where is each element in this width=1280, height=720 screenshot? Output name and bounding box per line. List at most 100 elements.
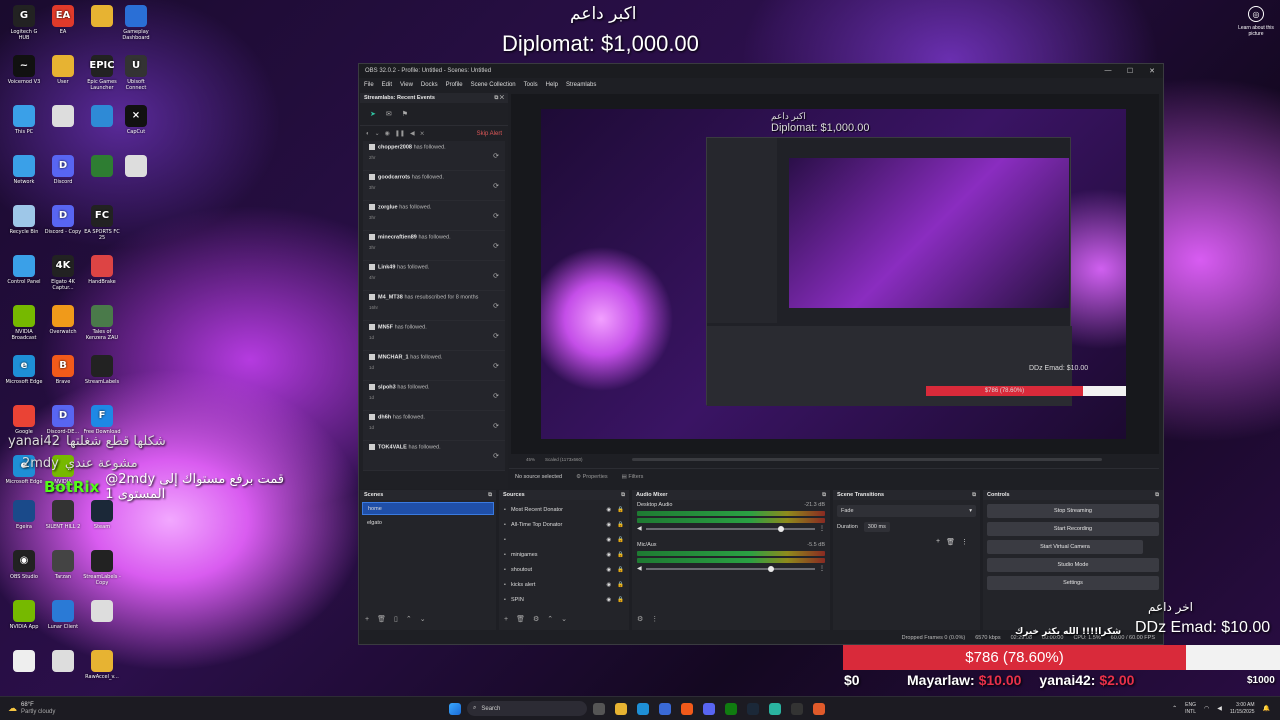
desktop-icon[interactable]	[44, 650, 82, 674]
slider-knob[interactable]	[777, 525, 784, 532]
desktop-icon[interactable]: B Brave	[44, 355, 82, 385]
add-icon[interactable]: +	[365, 616, 369, 623]
undock-icon[interactable]: ⧉	[1155, 492, 1159, 499]
app-icon[interactable]	[769, 702, 781, 715]
undock-icon[interactable]: ⧉	[822, 492, 826, 499]
language-indicator[interactable]: ENG INTL	[1185, 702, 1196, 716]
steam-icon[interactable]	[747, 702, 759, 715]
add-icon[interactable]: +	[936, 538, 940, 546]
trash-icon[interactable]: 🗑	[516, 615, 525, 623]
desktop-icon[interactable]	[44, 105, 82, 129]
app-icon[interactable]	[813, 702, 825, 715]
desktop-icon[interactable]: This PC	[5, 105, 43, 135]
close-icon[interactable]: ⧉ ✕	[494, 95, 504, 102]
eye-icon[interactable]: ◉	[606, 567, 611, 573]
preview-scrollbar[interactable]	[632, 457, 1103, 461]
filters-button[interactable]: ▤ Filters	[622, 474, 644, 480]
xbox-icon[interactable]	[725, 702, 737, 715]
volume-slider[interactable]	[645, 525, 815, 532]
desktop-icon[interactable]: Network	[5, 155, 43, 185]
maximize-icon[interactable]: ☐	[1119, 67, 1141, 75]
up-icon[interactable]: ⌃	[406, 615, 412, 623]
desktop-icon[interactable]: Overwatch	[44, 305, 82, 335]
volume-icon[interactable]: ◀	[410, 130, 415, 137]
more-icon[interactable]: ⋮	[819, 565, 825, 572]
replay-icon[interactable]: ⟳	[493, 242, 499, 250]
desktop-icon[interactable]: G Logitech G HUB	[5, 5, 43, 41]
lock-icon[interactable]: 🔒	[617, 597, 624, 603]
trash-icon[interactable]: 🗑	[946, 538, 955, 546]
source-item[interactable]: ▪ Most Recent Donator ◉ 🔒	[499, 502, 629, 517]
filter-icon[interactable]: ▯	[394, 615, 398, 623]
desktop-icon[interactable]: D Discord - Copy	[44, 205, 82, 235]
desktop-icon[interactable]: NVIDIA Broadcast	[5, 305, 43, 341]
eye-icon[interactable]: ◉	[606, 522, 611, 528]
wifi-icon[interactable]: ◠	[1204, 705, 1209, 712]
desktop-icon[interactable]: RawAccel_v...	[83, 650, 121, 680]
more-icon[interactable]: ⋮	[651, 615, 658, 623]
eye-icon[interactable]: ◉	[606, 537, 611, 543]
desktop-icon[interactable]: StreamLabels - Copy	[83, 550, 121, 586]
skip-alert-button[interactable]: Skip Alert	[477, 131, 502, 137]
control-button[interactable]: Start Virtual Camera	[987, 540, 1143, 554]
source-item[interactable]: ▪ shoutout ◉ 🔒	[499, 562, 629, 577]
desktop-icon[interactable]: User	[44, 55, 82, 85]
lock-icon[interactable]: 🔒	[617, 507, 624, 513]
duration-input[interactable]: 300 ms	[863, 522, 890, 532]
tab-icon[interactable]: ⚑	[402, 110, 408, 118]
replay-icon[interactable]: ⟳	[493, 212, 499, 220]
learn-about-picture[interactable]: ◎ Learn about this picture	[1236, 6, 1276, 37]
desktop-icon[interactable]: ~ Voicemod V3	[5, 55, 43, 85]
transition-select[interactable]: Fade ▾	[837, 505, 976, 517]
tab-icon[interactable]: ✉	[386, 110, 392, 118]
menu-item[interactable]: Docks	[421, 82, 438, 88]
control-button[interactable]: Settings	[987, 576, 1159, 590]
replay-icon[interactable]: ⟳	[493, 422, 499, 430]
control-button[interactable]: Studio Mode	[987, 558, 1159, 572]
preview-zoom[interactable]: 45%	[526, 457, 535, 462]
desktop-icon[interactable]: HandBrake	[83, 255, 121, 285]
desktop-icon[interactable]	[5, 650, 43, 674]
scene-item[interactable]: elgato	[362, 515, 494, 530]
discord-icon[interactable]	[703, 702, 715, 715]
lock-icon[interactable]: 🔒	[617, 552, 624, 558]
menu-item[interactable]: Tools	[524, 82, 538, 88]
volume-icon[interactable]: ◀	[1217, 705, 1222, 712]
menu-item[interactable]: Scene Collection	[471, 82, 516, 88]
replay-icon[interactable]: ⟳	[493, 272, 499, 280]
trash-icon[interactable]: 🗑	[377, 615, 386, 623]
weather-widget[interactable]: ☁ 68°F Partly cloudy	[0, 702, 120, 716]
menu-item[interactable]: File	[364, 82, 374, 88]
desktop-icon[interactable]	[83, 155, 121, 179]
replay-icon[interactable]: ⟳	[493, 362, 499, 370]
desktop-icon[interactable]: D Discord	[44, 155, 82, 185]
replay-icon[interactable]: ⟳	[493, 182, 499, 190]
volume-slider[interactable]	[645, 565, 815, 572]
menu-item[interactable]: Edit	[382, 82, 392, 88]
desktop-icon[interactable]	[83, 600, 121, 624]
chevron-up-icon[interactable]: ⌃	[1172, 705, 1177, 712]
start-icon[interactable]	[449, 702, 461, 715]
menu-item[interactable]: Profile	[446, 82, 463, 88]
desktop-icon[interactable]: StreamLabels	[83, 355, 121, 385]
desktop-icon[interactable]: ⨯ CapCut	[117, 105, 155, 135]
down-icon[interactable]: ⌄	[561, 615, 567, 623]
replay-icon[interactable]: ⟳	[493, 392, 499, 400]
control-button[interactable]: Start Recording	[987, 522, 1159, 536]
gear-icon[interactable]: ⚙	[637, 615, 643, 623]
file-explorer-icon[interactable]	[615, 702, 627, 715]
lock-icon[interactable]: 🔒	[617, 522, 624, 528]
task-view-icon[interactable]	[593, 702, 605, 715]
edge-icon[interactable]	[637, 702, 649, 715]
brave-icon[interactable]	[681, 702, 693, 715]
replay-icon[interactable]: ⟳	[493, 332, 499, 340]
speaker-icon[interactable]: ◀	[637, 525, 642, 532]
desktop-icon[interactable]: SILENT HILL 2	[44, 500, 82, 530]
desktop-icon[interactable]: 4K Elgato 4K Captur...	[44, 255, 82, 291]
filter-icon[interactable]: ◐	[366, 131, 370, 137]
desktop-icon[interactable]: FC EA SPORTS FC 25	[83, 205, 121, 241]
replay-icon[interactable]: ⟳	[493, 302, 499, 310]
desktop-icon[interactable]	[117, 155, 155, 179]
menu-item[interactable]: Help	[546, 82, 558, 88]
desktop-icon[interactable]: Lunar Client	[44, 600, 82, 630]
